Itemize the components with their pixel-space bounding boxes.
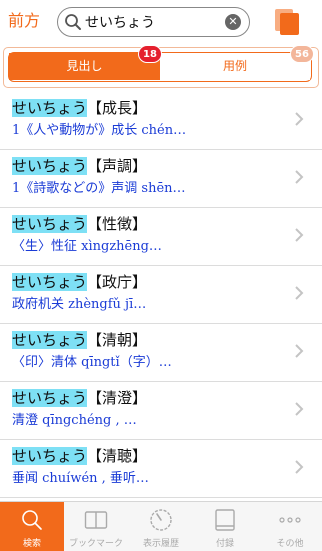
entry-headword: せいちょう【清朝】 xyxy=(12,330,147,350)
list-item[interactable]: せいちょう【声調】 1《詩歌などの》声调 shēn… xyxy=(0,150,322,208)
result-list: せいちょう【成長】 1《人や動物が》成长 chén… せいちょう【声調】 1《詩… xyxy=(0,92,322,500)
list-item[interactable]: せいちょう【政庁】 政府机关 zhèngfǔ jī… xyxy=(0,266,322,324)
entry-headword: せいちょう【声調】 xyxy=(12,156,147,176)
entry-reading: せいちょう xyxy=(12,99,88,117)
entry-translation: 〈印〉清体 qīngtǐ（字）… xyxy=(12,355,172,370)
examples-count-badge: 56 xyxy=(290,45,314,63)
tab-label: 表示履歴 xyxy=(142,539,179,549)
entry-headword: せいちょう【成長】 xyxy=(12,98,147,118)
more-icon xyxy=(279,517,301,523)
entry-headword: せいちょう【性徴】 xyxy=(12,214,147,234)
top-bar: 前方 ✕ xyxy=(0,0,322,44)
clear-icon[interactable]: ✕ xyxy=(225,14,241,30)
entry-kanji: 【声調】 xyxy=(87,157,148,175)
entry-reading: せいちょう xyxy=(12,215,88,233)
entry-headword: せいちょう【清澄】 xyxy=(12,388,147,408)
entry-kanji: 【成長】 xyxy=(87,99,148,117)
list-item[interactable]: せいちょう【清朝】 〈印〉清体 qīngtǐ（字）… xyxy=(0,324,322,382)
tab-label: その他 xyxy=(276,539,304,549)
segment-examples[interactable]: 用例 xyxy=(160,53,310,80)
tab-history[interactable]: 表示履歴 xyxy=(129,502,193,551)
chevron-right-icon xyxy=(295,112,304,126)
segment-area: 見出し 用例 18 56 xyxy=(0,44,322,90)
segment-headwords[interactable]: 見出し xyxy=(9,53,160,80)
chevron-right-icon xyxy=(295,402,304,416)
tab-bar: 検索 ブックマーク 表示履歴 付録 その他 xyxy=(0,501,322,551)
search-icon xyxy=(22,510,42,530)
entry-reading: せいちょう xyxy=(12,389,88,407)
tab-label: 付録 xyxy=(215,539,234,549)
entry-headword: せいちょう【政庁】 xyxy=(12,272,147,292)
list-item[interactable]: せいちょう【清聴】 垂闻 chuíwén , 垂听… xyxy=(0,440,322,498)
entry-kanji: 【清聴】 xyxy=(87,447,148,465)
entry-translation: 清澄 qīngchéng , … xyxy=(12,413,137,428)
entry-translation: 垂闻 chuíwén , 垂听… xyxy=(12,471,149,486)
chevron-right-icon xyxy=(295,460,304,474)
entry-reading: せいちょう xyxy=(12,157,88,175)
back-button[interactable]: 前方 xyxy=(8,10,40,32)
entry-headword: せいちょう【清聴】 xyxy=(12,446,147,466)
entry-translation: 1《人や動物が》成长 chén… xyxy=(12,123,187,138)
list-item[interactable]: せいちょう【性徴】 〈生〉性征 xìngzhēng… xyxy=(0,208,322,266)
entry-kanji: 【性徴】 xyxy=(87,215,148,233)
chevron-right-icon xyxy=(295,286,304,300)
entry-kanji: 【清澄】 xyxy=(87,389,148,407)
chevron-right-icon xyxy=(295,228,304,242)
chevron-right-icon xyxy=(295,344,304,358)
entry-reading: せいちょう xyxy=(12,273,88,291)
entry-kanji: 【政庁】 xyxy=(87,273,148,291)
entry-translation: 1《詩歌などの》声调 shēn… xyxy=(12,181,186,196)
search-field[interactable]: ✕ xyxy=(57,7,250,37)
tab-label: 検索 xyxy=(22,539,41,549)
appendix-icon xyxy=(215,509,235,531)
list-item[interactable]: せいちょう【清澄】 清澄 qīngchéng , … xyxy=(0,382,322,440)
entry-reading: せいちょう xyxy=(12,447,88,465)
book-icon xyxy=(84,511,108,529)
chevron-right-icon xyxy=(295,170,304,184)
search-input[interactable] xyxy=(85,11,223,33)
tab-label: ブックマーク xyxy=(68,539,123,549)
copy-icon[interactable] xyxy=(274,8,300,36)
search-icon xyxy=(65,14,81,30)
entry-kanji: 【清朝】 xyxy=(87,331,148,349)
segmented-control: 見出し 用例 18 56 xyxy=(8,45,314,82)
tab-more[interactable]: その他 xyxy=(258,502,322,551)
entry-reading: せいちょう xyxy=(12,331,88,349)
entry-translation: 政府机关 zhèngfǔ jī… xyxy=(12,297,147,312)
list-item[interactable]: せいちょう【成長】 1《人や動物が》成长 chén… xyxy=(0,92,322,150)
tab-appendix[interactable]: 付録 xyxy=(193,502,257,551)
tab-bookmark[interactable]: ブックマーク xyxy=(64,502,128,551)
tab-search[interactable]: 検索 xyxy=(0,502,64,551)
headwords-count-badge: 18 xyxy=(138,45,162,63)
history-icon xyxy=(150,509,172,531)
entry-translation: 〈生〉性征 xìngzhēng… xyxy=(12,239,162,254)
